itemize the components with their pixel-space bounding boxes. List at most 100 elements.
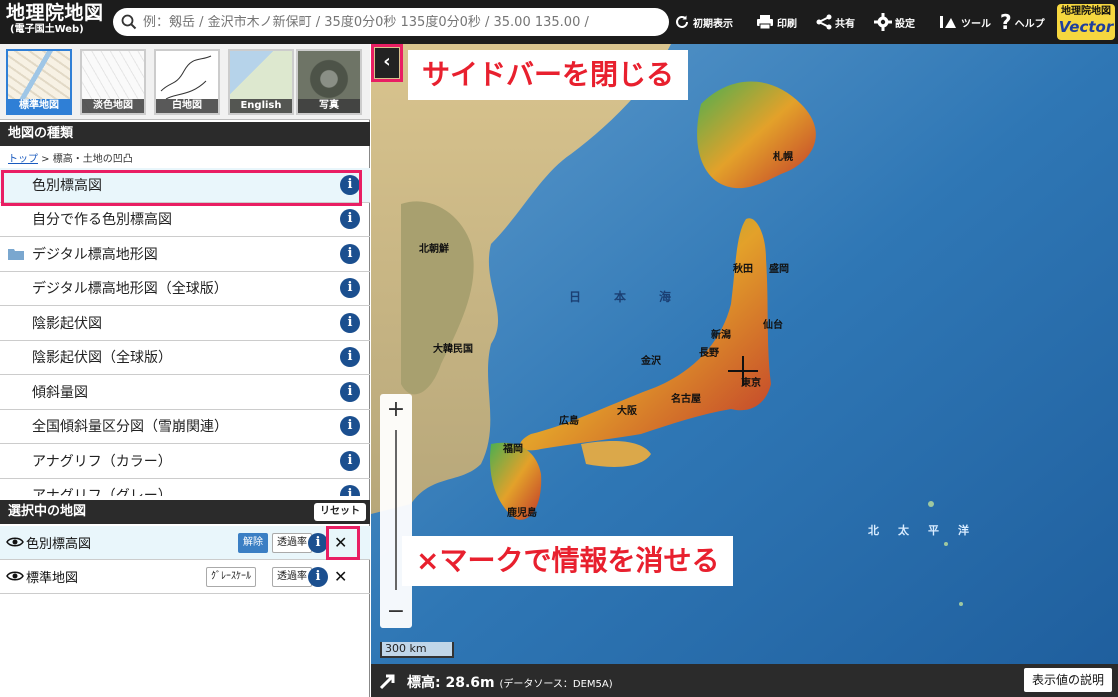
map-label-north-korea: 北朝鮮 (419, 244, 449, 255)
folder-icon (8, 249, 24, 260)
map-label-sea-3: 海 (659, 290, 672, 304)
list-item-label: 陰影起伏図（全球版） (32, 350, 172, 367)
map-label-morioka: 盛岡 (769, 264, 789, 275)
elevation-readout: 標高: 28.6m (データソース：DEM5A) (407, 672, 613, 692)
grayscale-button[interactable]: ｸﾞﾚｰｽｹｰﾙ (206, 567, 256, 587)
list-item-label: アナグリフ（グレー） (32, 485, 172, 496)
status-bar: 標高: 28.6m (データソース：DEM5A) 表示値の説明 (371, 664, 1118, 697)
highlight-close-button (326, 526, 360, 560)
release-button[interactable]: 解除 (238, 533, 268, 553)
basemap-standard[interactable]: 標準地図 (6, 49, 72, 115)
basemap-english[interactable]: English (228, 49, 294, 115)
search-input[interactable] (143, 14, 663, 30)
question-icon: ? (1000, 10, 1012, 34)
share-label: 共有 (835, 18, 855, 30)
list-item[interactable]: アナグリフ（カラー） i (0, 444, 370, 479)
data-source: (データソース：DEM5A) (499, 679, 613, 690)
eye-icon[interactable] (6, 536, 24, 548)
eye-icon[interactable] (6, 570, 24, 582)
share-button[interactable]: 共有 (816, 10, 855, 34)
selected-maps-header: 選択中の地図 リセット (0, 500, 370, 524)
basemap-pale[interactable]: 淡色地図 (80, 49, 146, 115)
tools-icon (940, 16, 956, 28)
info-icon[interactable]: i (340, 381, 360, 402)
logo-subtitle: (電子国土Web) (10, 24, 84, 35)
info-icon[interactable]: i (340, 243, 360, 264)
zoom-in-button[interactable]: + (380, 394, 412, 426)
app-logo[interactable]: 地理院地図 (電子国土Web) (6, 4, 104, 35)
help-button[interactable]: ? ヘルプ (1000, 10, 1045, 34)
list-item-label: アナグリフ（カラー） (32, 453, 172, 470)
list-item[interactable]: 傾斜量図 i (0, 375, 370, 410)
tools-button[interactable]: ツール (938, 10, 991, 34)
vector-badge[interactable]: 地理院地図 Vector (1057, 4, 1115, 40)
list-item[interactable]: 自分で作る色別標高図 i (0, 203, 370, 237)
gear-icon (874, 13, 892, 31)
map-label-niigata: 新潟 (711, 330, 731, 341)
basemap-photo-label: 写真 (298, 99, 360, 113)
explain-values-button[interactable]: 表示値の説明 (1023, 668, 1112, 692)
share-icon (816, 14, 832, 30)
list-item-label: デジタル標高地形図（全球版） (32, 281, 228, 298)
selected-map-name: 標準地図 (26, 571, 79, 586)
zoom-control: + − (380, 394, 412, 628)
callout-close-info: ×マークで情報を消せる (402, 536, 734, 586)
info-icon[interactable]: i (308, 567, 328, 587)
top-bar: 地理院地図 (電子国土Web) 初期表示 印刷 共有 (0, 0, 1118, 44)
basemap-standard-label: 標準地図 (8, 99, 70, 113)
opacity-button[interactable]: 透過率 (272, 533, 312, 553)
list-item[interactable]: アナグリフ（グレー） i (0, 479, 370, 496)
highlight-selected-map (1, 170, 362, 206)
close-icon[interactable]: ✕ (334, 567, 347, 586)
map-label-nagano: 長野 (699, 348, 719, 359)
basemap-photo[interactable]: 写真 (296, 49, 362, 115)
info-icon[interactable]: i (308, 533, 328, 553)
info-icon[interactable]: i (340, 347, 360, 368)
info-icon[interactable]: i (340, 485, 360, 496)
vector-badge-line2: Vector (1058, 18, 1114, 36)
map-label-kagoshima: 鹿児島 (507, 508, 537, 519)
info-icon[interactable]: i (340, 278, 360, 299)
map-label-akita: 秋田 (733, 264, 753, 275)
basemap-blank[interactable]: 白地図 (154, 49, 220, 115)
reset-button[interactable]: リセット (314, 503, 366, 521)
info-icon[interactable]: i (340, 450, 360, 471)
map-label-pacific-3: 平 (928, 524, 939, 537)
map-label-sapporo: 札幌 (773, 152, 793, 163)
breadcrumb-top-link[interactable]: トップ (8, 154, 38, 165)
callout-close-sidebar: サイドバーを閉じる (408, 50, 689, 100)
logo-title: 地理院地図 (6, 2, 104, 24)
opacity-button[interactable]: 透過率 (272, 567, 312, 587)
map-label-sea-2: 本 (614, 290, 627, 304)
vector-badge-line1: 地理院地図 (1061, 6, 1111, 17)
info-icon[interactable]: i (340, 312, 360, 333)
print-label: 印刷 (777, 18, 797, 30)
list-item[interactable]: デジタル標高地形図（全球版） i (0, 272, 370, 306)
zoom-out-button[interactable]: − (380, 596, 412, 628)
basemap-selector: 標準地図 淡色地図 白地図 English 写真 (0, 44, 370, 120)
info-icon[interactable]: i (340, 416, 360, 437)
crosshair-icon (728, 356, 758, 386)
list-item[interactable]: デジタル標高地形図 i (0, 237, 370, 272)
map-type-list: 色別標高図 i 自分で作る色別標高図 i デジタル標高地形図 i デジタル標高地… (0, 168, 370, 496)
map-label-sea-1: 日 (569, 290, 582, 304)
search-box[interactable] (113, 8, 669, 36)
list-item-label: デジタル標高地形図 (32, 246, 158, 263)
map-label-osaka: 大阪 (617, 406, 637, 417)
zoom-slider[interactable] (395, 430, 397, 590)
search-icon (121, 14, 137, 30)
settings-button[interactable]: 設定 (874, 10, 915, 34)
reset-view-button[interactable]: 初期表示 (674, 10, 733, 34)
list-item[interactable]: 陰影起伏図 i (0, 306, 370, 341)
map-label-nagoya: 名古屋 (671, 394, 701, 405)
map-label-pacific-4: 洋 (958, 524, 969, 537)
list-item[interactable]: 陰影起伏図（全球版） i (0, 341, 370, 375)
info-icon[interactable]: i (340, 209, 360, 230)
print-button[interactable]: 印刷 (756, 10, 797, 34)
arrow-icon[interactable] (379, 672, 397, 690)
selected-map-name: 色別標高図 (26, 537, 92, 552)
refresh-icon (676, 15, 688, 28)
list-item[interactable]: 全国傾斜量区分図（雪崩関連） i (0, 410, 370, 444)
map-label-fukuoka: 福岡 (503, 444, 523, 455)
basemap-english-label: English (230, 99, 292, 113)
